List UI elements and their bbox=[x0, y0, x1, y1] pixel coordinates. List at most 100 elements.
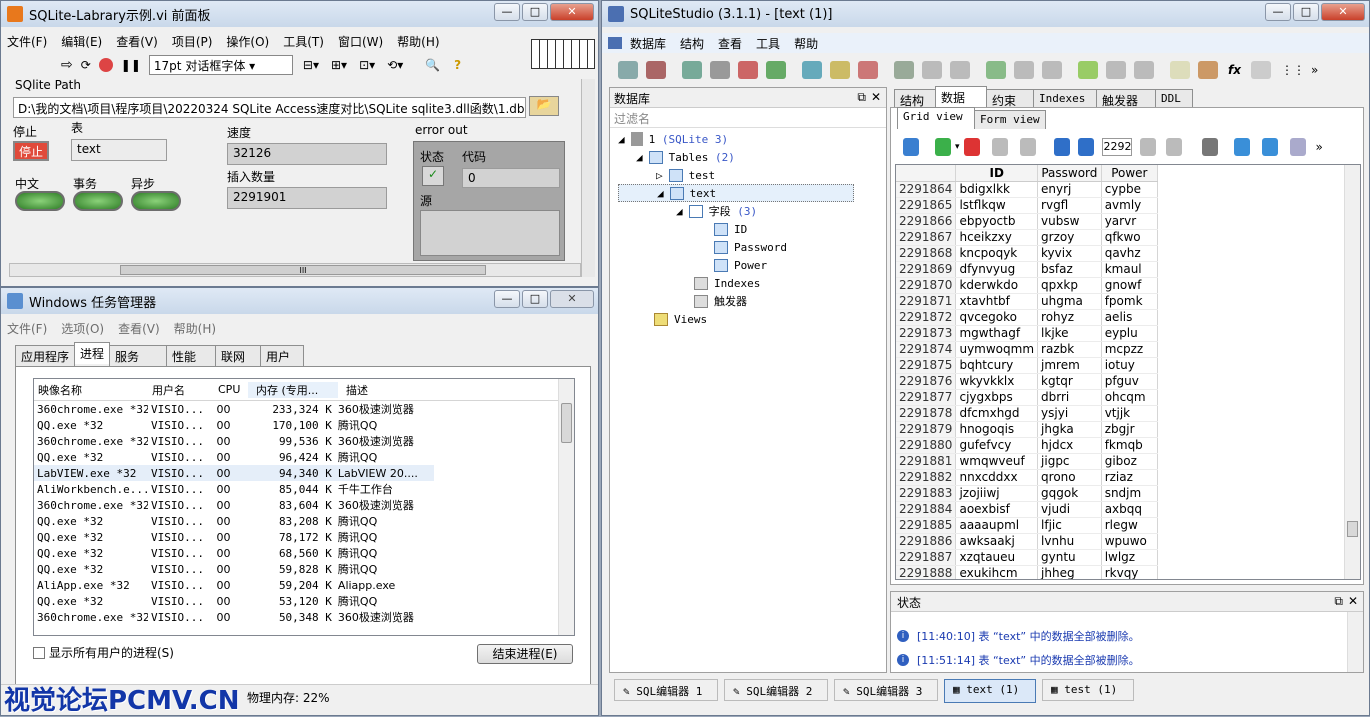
disconnect-icon[interactable] bbox=[646, 61, 666, 79]
grid-cell-id[interactable]: hnogoqis bbox=[955, 421, 1039, 438]
menu-help[interactable]: 帮助(H) bbox=[174, 320, 216, 337]
menu-structure[interactable]: 结构 bbox=[680, 35, 704, 52]
scroll-thumb[interactable]: III bbox=[120, 265, 486, 275]
grid-row[interactable]: 2291874 uymwoqmm razbk mcpzz bbox=[896, 341, 1159, 358]
page-input[interactable]: 2292 bbox=[1101, 138, 1132, 156]
grid-row[interactable]: 2291888 exukihcm jhheg rkvqy bbox=[896, 565, 1159, 579]
abort-icon[interactable] bbox=[98, 58, 113, 72]
edit-index-icon[interactable] bbox=[922, 61, 942, 79]
grid-cell-id[interactable]: awksaakj bbox=[955, 533, 1039, 550]
edit-table-icon[interactable] bbox=[830, 61, 850, 79]
grid-cell-id[interactable]: xzqtaueu bbox=[955, 549, 1039, 566]
new-table-icon[interactable] bbox=[802, 61, 822, 79]
tab-grid-view[interactable]: Grid view bbox=[897, 107, 975, 129]
tree-column-id[interactable]: ID bbox=[618, 220, 886, 238]
tree-indexes-node[interactable]: Indexes bbox=[618, 274, 886, 292]
maximize-button[interactable]: □ bbox=[522, 290, 548, 308]
table-input[interactable]: text bbox=[71, 139, 167, 161]
grid-overflow-icon[interactable]: » bbox=[1316, 140, 1323, 154]
grid-cell-power[interactable]: ohcqm bbox=[1101, 389, 1159, 406]
process-row[interactable]: 360chrome.exe *32 VISIO... 00 83,604 K 360极速… bbox=[34, 497, 434, 513]
grid-cell-password[interactable]: vubsw bbox=[1037, 213, 1102, 230]
grid-cell-id[interactable]: wkyvkklx bbox=[955, 373, 1039, 390]
close-button[interactable]: ✕ bbox=[550, 3, 594, 21]
panel-float-icon[interactable]: ⧉ bbox=[1334, 594, 1343, 609]
grid-cell-password[interactable]: grzoy bbox=[1037, 229, 1102, 246]
grid-cell-password[interactable]: gyntu bbox=[1037, 549, 1102, 566]
grid-cell-power[interactable]: rziaz bbox=[1101, 469, 1159, 486]
grid-cell-password[interactable]: jhheg bbox=[1037, 565, 1102, 579]
vertical-scrollbar[interactable] bbox=[581, 79, 595, 277]
grid-col-power[interactable]: Power bbox=[1101, 165, 1159, 182]
grid-cell-id[interactable]: bdigxlkk bbox=[955, 181, 1039, 198]
grid-cell-power[interactable]: giboz bbox=[1101, 453, 1159, 470]
process-row[interactable]: 360chrome.exe *32 VISIO... 00 50,348 K 360极速… bbox=[34, 609, 434, 625]
refresh-db-icon[interactable] bbox=[766, 61, 786, 79]
grid-row[interactable]: 2291880 gufefvcy hjdcx fkmqb bbox=[896, 437, 1159, 454]
grid-cell-power[interactable]: qfkwo bbox=[1101, 229, 1159, 246]
first-page-icon[interactable] bbox=[1053, 138, 1070, 156]
grid-cell-id[interactable]: ebpyoctb bbox=[955, 213, 1039, 230]
process-row[interactable]: QQ.exe *32 VISIO... 00 59,828 K 腾讯QQ bbox=[34, 561, 434, 577]
grid-fit-icon[interactable] bbox=[1233, 138, 1250, 156]
grid-row[interactable]: 2291883 jzojiiwj gqgok sndjm bbox=[896, 485, 1159, 502]
grid-cell-id[interactable]: jzojiiwj bbox=[955, 485, 1039, 502]
grid-cell-power[interactable]: vtjjk bbox=[1101, 405, 1159, 422]
menu-view[interactable]: 查看 bbox=[718, 35, 742, 52]
delete-row-icon[interactable] bbox=[963, 138, 980, 156]
scroll-thumb[interactable] bbox=[1347, 521, 1358, 537]
tab-text-data[interactable]: ▦ text (1) bbox=[944, 679, 1036, 703]
grid-row[interactable]: 2291878 dfcmxhgd ysjyi vtjjk bbox=[896, 405, 1159, 422]
process-row[interactable]: 360chrome.exe *32 VISIO... 00 233,324 K 360极… bbox=[34, 401, 434, 417]
resize-icon[interactable]: ⊡▾ bbox=[359, 58, 375, 72]
show-all-checkbox[interactable]: 显示所有用户的进程(S) bbox=[33, 644, 174, 661]
col-description[interactable]: 描述 bbox=[338, 382, 438, 398]
grid-cell-power[interactable]: iotuy bbox=[1101, 357, 1159, 374]
grid-cell-power[interactable]: aelis bbox=[1101, 309, 1159, 326]
maximize-button[interactable]: □ bbox=[1293, 3, 1319, 21]
drop-view-icon[interactable] bbox=[1134, 61, 1154, 79]
grid-row[interactable]: 2291882 nnxcddxx qrono rziaz bbox=[896, 469, 1159, 486]
grid-cell-id[interactable]: hceikzxy bbox=[955, 229, 1039, 246]
grid-cell-id[interactable]: nnxcddxx bbox=[955, 469, 1039, 486]
chinese-toggle[interactable] bbox=[15, 191, 65, 211]
grid-cell-password[interactable]: rohyz bbox=[1037, 309, 1102, 326]
grid-cell-password[interactable]: hjdcx bbox=[1037, 437, 1102, 454]
grid-cell-id[interactable]: wmqwveuf bbox=[955, 453, 1039, 470]
grid-cell-password[interactable]: lkjke bbox=[1037, 325, 1102, 342]
maximize-button[interactable]: □ bbox=[522, 3, 548, 21]
grid-cell-power[interactable]: fkmqb bbox=[1101, 437, 1159, 454]
minimize-button[interactable]: — bbox=[494, 290, 520, 308]
grid-scrollbar[interactable] bbox=[1344, 165, 1360, 579]
grid-cell-password[interactable]: qpxkp bbox=[1037, 277, 1102, 294]
col-memory[interactable]: 内存 (专用... bbox=[248, 381, 338, 398]
grid-row[interactable]: 2291876 wkyvkklx kgtqr pfguv bbox=[896, 373, 1159, 390]
grid-cell-power[interactable]: axbqq bbox=[1101, 501, 1159, 518]
col-cpu[interactable]: CPU bbox=[214, 383, 248, 396]
process-scrollbar[interactable] bbox=[558, 379, 574, 635]
panel-float-icon[interactable]: ⧉ bbox=[857, 90, 866, 105]
grid-cell-power[interactable]: zbgjr bbox=[1101, 421, 1159, 438]
grid-row[interactable]: 2291886 awksaakj lvnhu wpuwo bbox=[896, 533, 1159, 550]
grid-cell-password[interactable]: uhgma bbox=[1037, 293, 1102, 310]
grid-cell-id[interactable]: cjygxbps bbox=[955, 389, 1039, 406]
run-continuous-icon[interactable]: ⟳ bbox=[81, 58, 91, 72]
grid-cell-password[interactable]: qrono bbox=[1037, 469, 1102, 486]
tab-sql-editor-3[interactable]: ✎ SQL编辑器 3 bbox=[834, 679, 938, 701]
grid-cell-id[interactable]: dfcmxhgd bbox=[955, 405, 1039, 422]
grid-row[interactable]: 2291873 mgwthagf lkjke eyplu bbox=[896, 325, 1159, 342]
end-process-button[interactable]: 结束进程(E) bbox=[477, 644, 573, 664]
last-page-icon[interactable] bbox=[1165, 138, 1182, 156]
grid-cell-power[interactable]: cypbe bbox=[1101, 181, 1159, 198]
prev-page-icon[interactable] bbox=[1077, 138, 1094, 156]
insert-dropdown-icon[interactable]: ▾ bbox=[955, 142, 960, 152]
align-icon[interactable]: ⊟▾ bbox=[303, 58, 319, 72]
function-icon[interactable]: fx bbox=[1228, 63, 1241, 77]
grid-cell-power[interactable]: yarvr bbox=[1101, 213, 1159, 230]
grid-cell-id[interactable]: mgwthagf bbox=[955, 325, 1039, 342]
grid-row[interactable]: 2291864 bdigxlkk enyrj cypbe bbox=[896, 181, 1159, 198]
grid-row[interactable]: 2291871 xtavhtbf uhgma fpomk bbox=[896, 293, 1159, 310]
reorder-icon[interactable]: ⟲▾ bbox=[387, 58, 403, 72]
close-button[interactable]: ✕ bbox=[1321, 3, 1365, 21]
process-row[interactable]: 360chrome.exe *32 VISIO... 00 99,536 K 360极速… bbox=[34, 433, 434, 449]
